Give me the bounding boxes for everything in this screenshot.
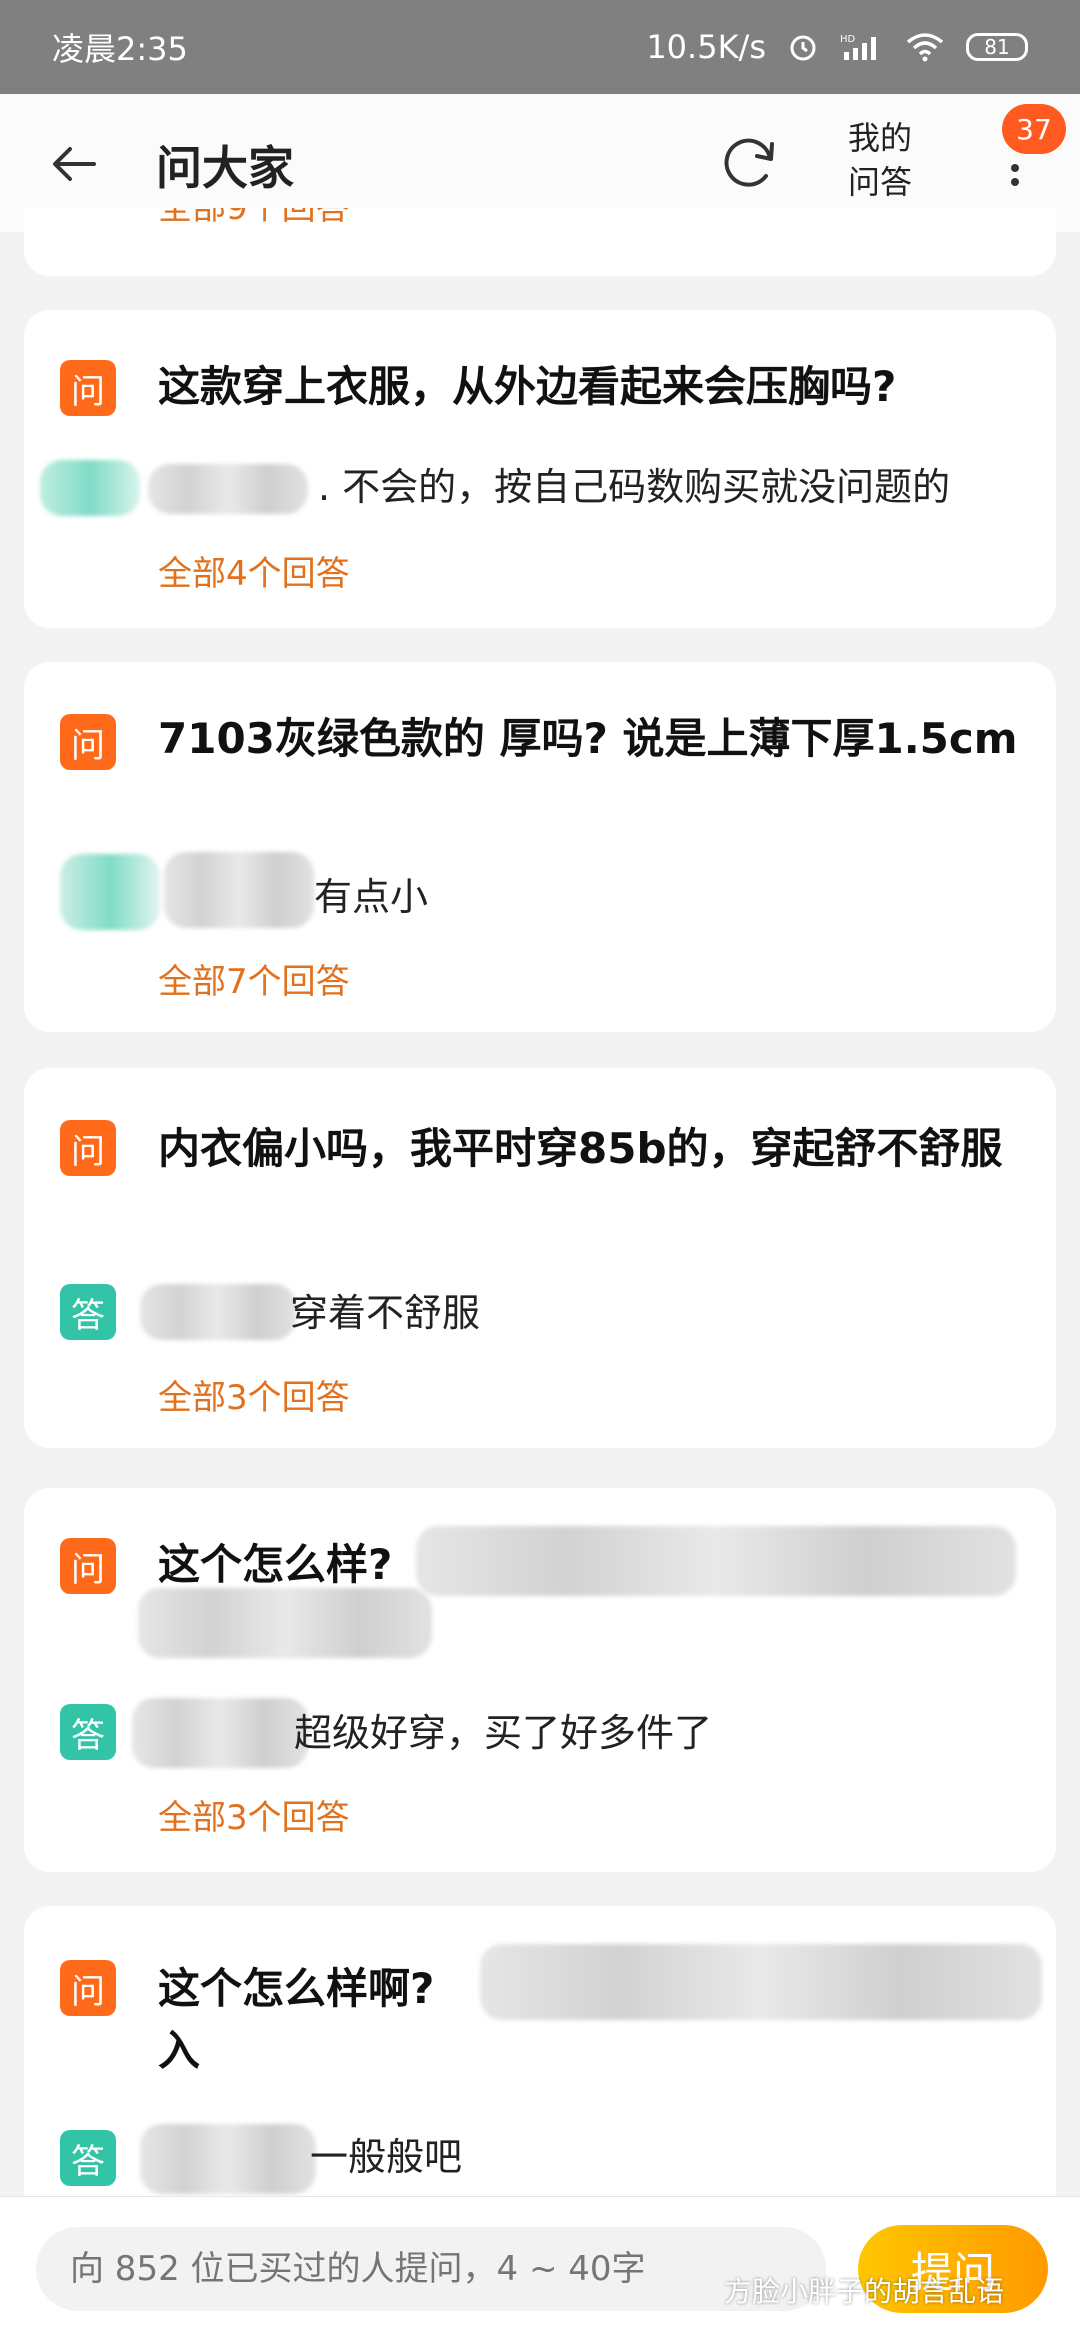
answer-text: 超级好穿，买了好多件了 <box>294 1711 713 1755</box>
username-blurred <box>140 1284 296 1340</box>
back-arrow-icon[interactable] <box>42 132 106 196</box>
all-answers-link[interactable]: 全部3个回答 <box>158 1370 350 1419</box>
answer-text: 有点小 <box>314 875 429 919</box>
refresh-icon[interactable] <box>716 130 782 196</box>
question-tag: 问 <box>60 360 116 416</box>
status-bar: 凌晨2:35 10.5K/s HD 81 <box>0 0 1080 94</box>
bottom-ask-bar: 提问 <box>0 2196 1080 2341</box>
wifi-icon <box>906 33 944 62</box>
hd-signal-icon: HD <box>840 34 876 60</box>
question-tag: 问 <box>60 1120 116 1176</box>
question-text-line2: 入 <box>158 2026 201 2075</box>
qa-card[interactable]: 问 内衣偏小吗，我平时穿85b的，穿起舒不舒服 答 穿着不舒服 全部3个回答 <box>24 1068 1056 1448</box>
alarm-icon <box>790 35 816 61</box>
my-qa-link[interactable]: 我的问答 <box>848 116 928 204</box>
network-speed: 10.5K/s <box>646 28 766 66</box>
avatar-blurred <box>40 460 140 516</box>
question-text[interactable]: 这个怎么样? <box>158 1534 418 1596</box>
qa-card[interactable]: 问 这个怎么样啊? 入 答 一般般吧 <box>24 1906 1056 2236</box>
svg-text:HD: HD <box>840 34 856 45</box>
answer-tag: 答 <box>60 1284 116 1340</box>
status-icons: 10.5K/s HD 81 <box>646 28 1028 66</box>
username-blurred <box>140 2124 316 2194</box>
notification-badge: 37 <box>1002 104 1066 154</box>
all-answers-link[interactable]: 全部3个回答 <box>158 1790 350 1839</box>
question-blurred <box>416 1526 1016 1596</box>
avatar-blurred <box>60 854 160 930</box>
answer-tag: 答 <box>60 2130 116 2186</box>
question-blurred <box>138 1588 432 1658</box>
qa-card-previous[interactable]: 全部9个回答 <box>24 208 1056 276</box>
question-tag: 问 <box>60 1538 116 1594</box>
answer-text: 穿着不舒服 <box>290 1291 481 1335</box>
answer-tag: 答 <box>60 1704 116 1760</box>
username-blurred <box>164 852 314 928</box>
ask-question-input[interactable] <box>36 2227 826 2311</box>
question-text[interactable]: 这个怎么样啊? <box>158 1958 458 2020</box>
watermark: 方脸小胖子的胡言乱语 <box>724 2275 1005 2308</box>
all-answers-link[interactable]: 全部7个回答 <box>158 954 350 1003</box>
question-tag: 问 <box>60 714 116 770</box>
question-blurred <box>480 1944 1042 2020</box>
all-answers-link[interactable]: 全部4个回答 <box>158 546 350 595</box>
status-time: 凌晨2:35 <box>52 30 188 68</box>
answer-text: 一般般吧 <box>310 2135 463 2179</box>
answer-text: . 不会的，按自己码数购买就没问题的 <box>318 465 951 509</box>
qa-card[interactable]: 问 这个怎么样? 答 超级好穿，买了好多件了 全部3个回答 <box>24 1488 1056 1872</box>
all-answers-link[interactable]: 全部9个回答 <box>158 208 350 229</box>
username-blurred <box>132 1698 308 1768</box>
battery-icon: 81 <box>966 33 1028 61</box>
qa-card[interactable]: 问 这款穿上衣服，从外边看起来会压胸吗? . 不会的，按自己码数购买就没问题的 … <box>24 310 1056 628</box>
question-tag: 问 <box>60 1960 116 2016</box>
question-text[interactable]: 内衣偏小吗，我平时穿85b的，穿起舒不舒服 <box>158 1118 1038 1180</box>
page-title: 问大家 <box>156 141 294 195</box>
question-text[interactable]: 这款穿上衣服，从外边看起来会压胸吗? <box>158 356 1038 418</box>
username-blurred <box>148 464 308 514</box>
qa-card[interactable]: 问 7103灰绿色款的 厚吗? 说是上薄下厚1.5cm 有点小 全部7个回答 <box>24 662 1056 1032</box>
question-text[interactable]: 7103灰绿色款的 厚吗? 说是上薄下厚1.5cm <box>158 708 1038 770</box>
